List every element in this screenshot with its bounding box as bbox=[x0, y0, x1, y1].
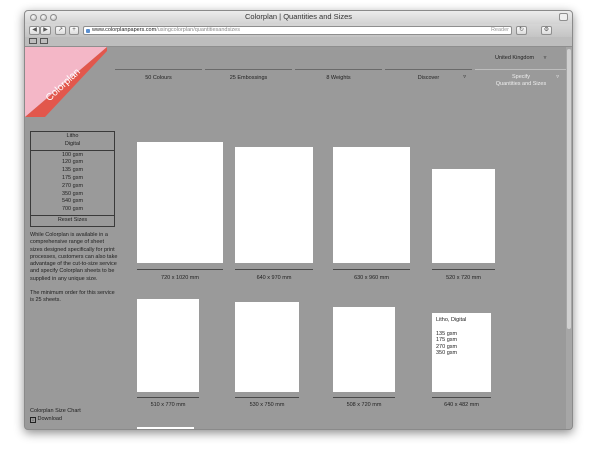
chevron-down-icon: ▿ bbox=[463, 74, 466, 80]
sheet-preview[interactable] bbox=[137, 142, 223, 263]
sheet-hover-weight: 135 gsm bbox=[436, 330, 458, 337]
forward-arrow-icon: ▶ bbox=[43, 27, 48, 33]
address-bar[interactable]: www.colorplanpapers.com/usingcolorplan/q… bbox=[83, 26, 512, 35]
share-icon: ↗ bbox=[57, 27, 64, 33]
sheet-hover-finish: Litho, Digital bbox=[436, 317, 467, 323]
filter-weight[interactable]: 175 gsm bbox=[31, 175, 114, 183]
finish-filters: Litho Digital bbox=[31, 132, 114, 151]
gear-icon: ⚙ bbox=[543, 27, 550, 33]
filter-weight[interactable]: 700 gsm bbox=[31, 206, 114, 214]
colorplan-logo[interactable]: Colorplan bbox=[25, 47, 107, 117]
sheet-size-label: 520 x 720 mm bbox=[446, 275, 481, 281]
nav-specify[interactable]: Specify Quantities and Sizes ▿ bbox=[475, 69, 567, 95]
sheet-divider bbox=[137, 269, 223, 270]
nav-embossings[interactable]: 25 Embossings bbox=[205, 69, 292, 89]
size-filter-panel: Litho Digital 100 gsm 120 gsm 135 gsm 17… bbox=[30, 131, 115, 227]
settings-button[interactable]: ⚙ bbox=[541, 26, 552, 35]
filter-litho[interactable]: Litho bbox=[31, 133, 114, 141]
filter-weight[interactable]: 540 gsm bbox=[31, 198, 114, 206]
filter-weight[interactable]: 135 gsm bbox=[31, 167, 114, 175]
page-content: Colorplan United Kingdom ▿ 50 Colours 25… bbox=[25, 47, 572, 429]
sheet-preview[interactable] bbox=[235, 147, 313, 263]
url-path: /usingcolorplan/quantitiesandsizes bbox=[156, 27, 240, 33]
sheet-preview[interactable] bbox=[432, 169, 495, 263]
fullscreen-button[interactable] bbox=[559, 13, 568, 21]
reader-button[interactable]: Reader bbox=[491, 27, 509, 34]
vertical-scrollbar[interactable] bbox=[566, 47, 572, 429]
sheet-divider bbox=[432, 269, 495, 270]
size-chart-label: Colorplan Size Chart bbox=[30, 408, 81, 414]
sheet-size-label: 630 x 960 mm bbox=[354, 275, 389, 281]
nav-colours-label: 50 Colours bbox=[145, 75, 172, 81]
sheet-hover-weight: 270 gsm bbox=[436, 343, 458, 350]
sheet-preview[interactable] bbox=[137, 299, 199, 392]
sheet-preview[interactable] bbox=[333, 307, 395, 392]
sheet-size-label: 530 x 750 mm bbox=[249, 402, 285, 408]
reset-sizes-label: Reset Sizes bbox=[57, 216, 88, 223]
chevron-down-icon: ▿ bbox=[556, 74, 559, 80]
region-label: United Kingdom bbox=[495, 55, 535, 61]
forward-button[interactable]: ▶ bbox=[40, 26, 51, 35]
sheet-preview[interactable] bbox=[137, 427, 194, 429]
nav-specify-label: Specify bbox=[511, 74, 531, 80]
window-title: Colorplan | Quantities and Sizes bbox=[244, 12, 352, 21]
sheet-divider bbox=[137, 397, 199, 398]
reading-list-icon[interactable] bbox=[29, 38, 37, 44]
sheet-hover-weight: 350 gsm bbox=[436, 350, 458, 357]
chevron-down-icon: ▿ bbox=[543, 55, 547, 61]
favicon-icon bbox=[86, 29, 90, 33]
sheet-hover-weight: 175 gsm bbox=[436, 337, 458, 344]
download-link[interactable]: ↓ Download bbox=[30, 416, 62, 423]
nav-discover-label: Discover bbox=[417, 75, 440, 81]
url-domain: www.colorplanpapers.com bbox=[92, 27, 157, 33]
sheet-size-label: 720 x 1020 mm bbox=[161, 275, 199, 281]
sheet-preview[interactable] bbox=[235, 302, 299, 392]
filter-digital[interactable]: Digital bbox=[31, 141, 114, 149]
nav-specify-sublabel: Quantities and Sizes bbox=[495, 81, 547, 87]
sheet-size-label: 508 x 720 mm bbox=[346, 402, 382, 408]
browser-window: Colorplan | Quantities and Sizes ◀ ▶ ↗ +… bbox=[24, 10, 573, 430]
region-selector[interactable]: United Kingdom ▿ bbox=[495, 55, 546, 61]
sheet-divider bbox=[235, 397, 299, 398]
title-bar: Colorplan | Quantities and Sizes bbox=[25, 11, 572, 24]
nav-weights[interactable]: 8 Weights bbox=[295, 69, 382, 89]
sheet-divider bbox=[235, 269, 313, 270]
sheet-divider bbox=[432, 397, 491, 398]
sheet-size-label: 510 x 770 mm bbox=[150, 402, 186, 408]
filter-weight[interactable]: 100 gsm bbox=[31, 152, 114, 160]
filter-weight[interactable]: 270 gsm bbox=[31, 183, 114, 191]
bookmarks-bar bbox=[25, 37, 572, 47]
nav-embossings-label: 25 Embossings bbox=[229, 75, 268, 81]
reload-button[interactable]: ↻ bbox=[516, 26, 527, 35]
bookmarks-icon[interactable] bbox=[40, 38, 48, 44]
reload-icon: ↻ bbox=[518, 27, 525, 33]
cut-to-size-description: While Colorplan is available in a compre… bbox=[30, 232, 118, 282]
sheet-size-label: 640 x 482 mm bbox=[444, 402, 479, 408]
sheet-divider bbox=[333, 269, 410, 270]
weight-filters: 100 gsm 120 gsm 135 gsm 175 gsm 270 gsm … bbox=[31, 151, 114, 216]
minimum-order-note: The minimum order for this service is 25… bbox=[30, 290, 115, 304]
sheet-size-label: 640 x 970 mm bbox=[256, 275, 292, 281]
download-label: Download bbox=[37, 416, 62, 422]
back-arrow-icon: ◀ bbox=[32, 27, 37, 33]
share-button[interactable]: ↗ bbox=[55, 26, 66, 35]
plus-icon: + bbox=[72, 27, 76, 33]
sheet-preview[interactable] bbox=[333, 147, 410, 263]
browser-toolbar: ◀ ▶ ↗ + www.colorplanpapers.com/usingcol… bbox=[25, 24, 572, 37]
back-button[interactable]: ◀ bbox=[29, 26, 40, 35]
new-tab-button[interactable]: + bbox=[69, 26, 79, 35]
sheet-divider bbox=[333, 397, 395, 398]
nav-colours[interactable]: 50 Colours bbox=[115, 69, 202, 89]
filter-weight[interactable]: 120 gsm bbox=[31, 159, 114, 167]
reset-sizes-button[interactable]: Reset Sizes bbox=[31, 216, 114, 226]
nav-discover[interactable]: Discover ▿ bbox=[385, 69, 472, 89]
scrollbar-thumb[interactable] bbox=[567, 49, 571, 329]
nav-weights-label: 8 Weights bbox=[326, 75, 351, 81]
filter-weight[interactable]: 350 gsm bbox=[31, 191, 114, 199]
download-icon: ↓ bbox=[30, 417, 36, 423]
sheet-hover-info: Litho, Digital 135 gsm 175 gsm 270 gsm 3… bbox=[436, 317, 490, 357]
